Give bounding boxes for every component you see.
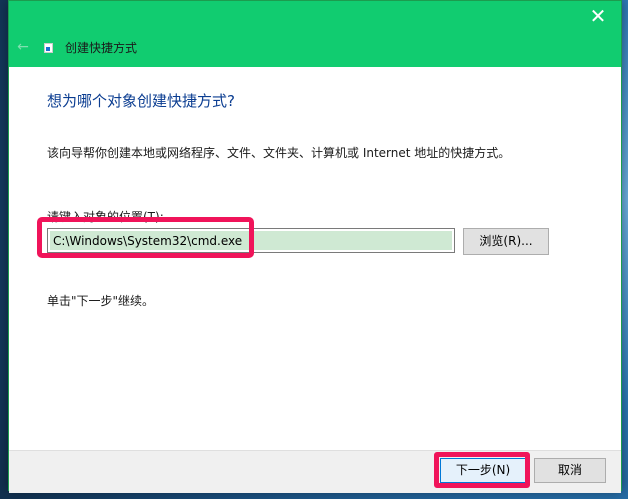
create-shortcut-dialog: ✕ ← 创建快捷方式 想为哪个对象创建快捷方式? 该向导帮你创建本地或网络程序、… [8,0,622,493]
next-button[interactable]: 下一步(N) [440,458,526,483]
continue-hint: 单击"下一步"继续。 [47,294,155,308]
close-button[interactable]: ✕ [575,1,621,31]
location-field [47,228,455,253]
wizard-heading: 想为哪个对象创建快捷方式? [47,92,235,110]
cancel-button[interactable]: 取消 [534,458,606,483]
location-input[interactable] [50,231,452,250]
location-label: 请键入对象的位置(T): [47,210,164,224]
back-button[interactable]: ← [15,39,31,55]
close-icon: ✕ [589,4,607,28]
window-title: 创建快捷方式 [65,41,138,55]
browse-button[interactable]: 浏览(R)... [463,228,549,255]
title-bar: ✕ ← 创建快捷方式 [9,1,621,67]
wizard-description: 该向导帮你创建本地或网络程序、文件、文件夹、计算机或 Internet 地址的快… [47,146,511,160]
shortcut-wizard-icon [44,43,53,53]
back-arrow-icon: ← [17,39,29,55]
dialog-footer [9,450,621,493]
